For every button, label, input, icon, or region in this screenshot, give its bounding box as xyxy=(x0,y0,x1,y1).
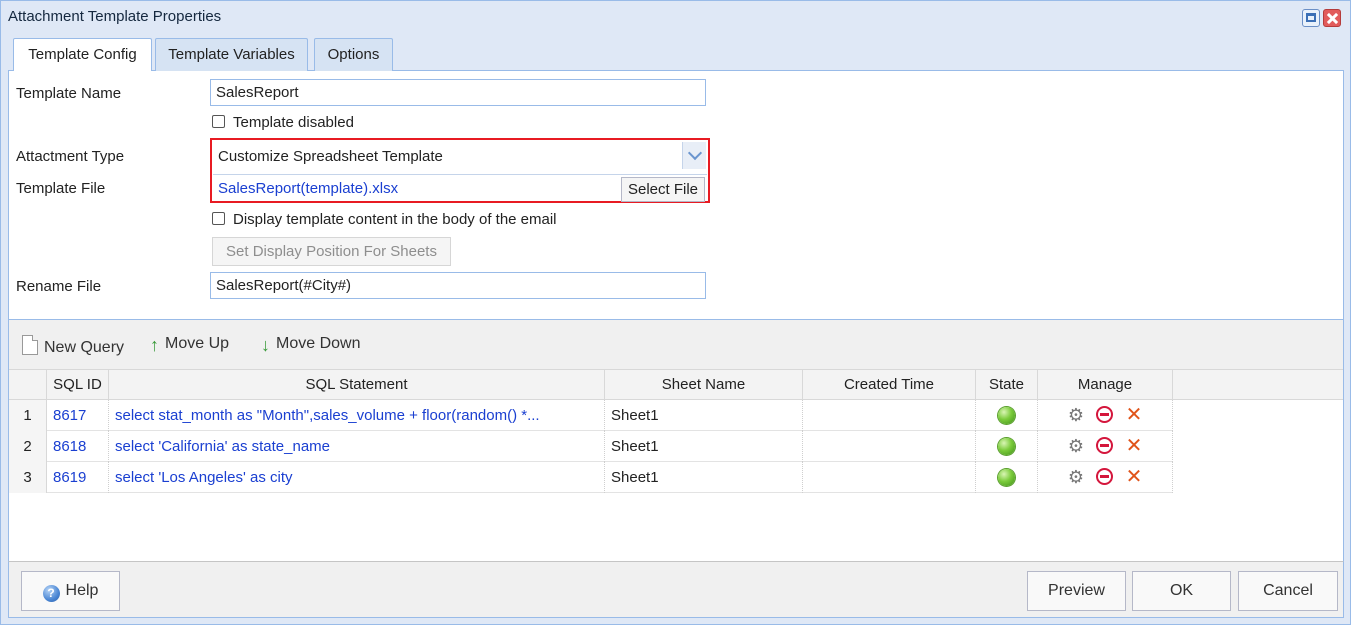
new-query-label: New Query xyxy=(44,339,125,356)
tab-template-variables[interactable]: Template Variables xyxy=(155,38,308,71)
column-header-manage[interactable]: Manage xyxy=(1038,370,1173,400)
sheet-name-cell: Sheet1 xyxy=(605,431,803,462)
row-number: 1 xyxy=(9,400,47,431)
column-header-sql-id[interactable]: SQL ID xyxy=(47,370,109,400)
tab-bar: Template Config Template Variables Optio… xyxy=(8,34,1344,72)
rename-file-label: Rename File xyxy=(16,278,102,295)
column-header-sheet-name[interactable]: Sheet Name xyxy=(605,370,803,400)
template-disabled-row[interactable]: Template disabled xyxy=(212,114,354,131)
title-bar[interactable]: Attachment Template Properties xyxy=(1,1,1350,34)
template-name-input[interactable]: SalesReport xyxy=(210,79,706,106)
template-file-field: SalesReport(template).xlsx Select File xyxy=(213,174,707,202)
remove-icon[interactable] xyxy=(1096,468,1113,485)
close-icon[interactable] xyxy=(1323,9,1341,27)
attachment-type-combobox[interactable]: Customize Spreadsheet Template xyxy=(212,140,708,171)
move-up-label: Move Up xyxy=(165,335,230,352)
sql-statement-link[interactable]: select 'California' as state_name xyxy=(109,431,605,462)
column-header-sql-statement[interactable]: SQL Statement xyxy=(109,370,605,400)
arrow-down-icon: ↓ xyxy=(261,335,270,355)
manage-cell: ⚙ ✕ xyxy=(1038,431,1173,462)
template-name-label: Template Name xyxy=(16,85,122,102)
arrow-up-icon: ↑ xyxy=(150,335,159,355)
column-header-state[interactable]: State xyxy=(976,370,1038,400)
dialog-window: Attachment Template Properties Template … xyxy=(0,0,1351,625)
column-header-created-time[interactable]: Created Time xyxy=(803,370,976,400)
sheet-name-cell: Sheet1 xyxy=(605,400,803,431)
chevron-down-icon[interactable] xyxy=(682,142,706,169)
gear-icon[interactable]: ⚙ xyxy=(1066,467,1086,487)
sql-statement-link[interactable]: select 'Los Angeles' as city xyxy=(109,462,605,493)
cancel-button[interactable]: Cancel xyxy=(1238,571,1338,611)
remove-icon[interactable] xyxy=(1096,437,1113,454)
display-in-body-row[interactable]: Display template content in the body of … xyxy=(212,211,557,228)
move-down-label: Move Down xyxy=(276,335,361,352)
grid-header: SQL ID SQL Statement Sheet Name Created … xyxy=(9,369,1343,400)
sql-query-grid: SQL ID SQL Statement Sheet Name Created … xyxy=(9,369,1343,561)
template-config-panel: Template Name SalesReport Template disab… xyxy=(8,71,1344,561)
sql-id-link[interactable]: 8619 xyxy=(47,462,109,493)
sql-id-link[interactable]: 8617 xyxy=(47,400,109,431)
state-active-icon xyxy=(998,469,1015,486)
attachment-type-label: Attactment Type xyxy=(16,148,125,165)
template-disabled-checkbox[interactable] xyxy=(212,115,225,128)
row-number: 2 xyxy=(9,431,47,462)
preview-button[interactable]: Preview xyxy=(1027,571,1126,611)
select-file-button[interactable]: Select File xyxy=(621,177,705,202)
tab-template-config[interactable]: Template Config xyxy=(13,38,152,72)
new-query-button[interactable]: New Query xyxy=(22,335,124,357)
state-cell xyxy=(976,400,1038,431)
delete-icon[interactable]: ✕ xyxy=(1124,436,1144,456)
template-file-label: Template File xyxy=(16,180,106,197)
move-up-button[interactable]: ↑ Move Up xyxy=(150,335,229,356)
template-disabled-label: Template disabled xyxy=(233,114,354,131)
ok-button[interactable]: OK xyxy=(1132,571,1231,611)
created-time-cell xyxy=(803,400,976,431)
display-in-body-checkbox[interactable] xyxy=(212,212,225,225)
created-time-cell xyxy=(803,462,976,493)
table-row[interactable]: 3 8619 select 'Los Angeles' as city Shee… xyxy=(9,462,1173,493)
state-active-icon xyxy=(998,407,1015,424)
delete-icon[interactable]: ✕ xyxy=(1124,467,1144,487)
delete-icon[interactable]: ✕ xyxy=(1124,405,1144,425)
help-icon: ? xyxy=(42,585,60,602)
row-number-header xyxy=(9,370,47,400)
help-button[interactable]: ? Help xyxy=(21,571,120,611)
table-row[interactable]: 1 8617 select stat_month as "Month",sale… xyxy=(9,400,1173,431)
table-row[interactable]: 2 8618 select 'California' as state_name… xyxy=(9,431,1173,462)
manage-cell: ⚙ ✕ xyxy=(1038,400,1173,431)
tab-options[interactable]: Options xyxy=(314,38,393,71)
row-number: 3 xyxy=(9,462,47,493)
state-cell xyxy=(976,431,1038,462)
document-icon xyxy=(22,335,38,355)
gear-icon[interactable]: ⚙ xyxy=(1066,436,1086,456)
dialog-footer: ? Help Preview OK Cancel xyxy=(8,561,1344,618)
window-title: Attachment Template Properties xyxy=(8,8,222,25)
set-display-position-button: Set Display Position For Sheets xyxy=(212,237,451,266)
rename-file-input[interactable]: SalesReport(#City#) xyxy=(210,272,706,299)
remove-icon[interactable] xyxy=(1096,406,1113,423)
move-down-button[interactable]: ↓ Move Down xyxy=(261,335,360,356)
maximize-icon[interactable] xyxy=(1302,9,1320,27)
state-cell xyxy=(976,462,1038,493)
display-in-body-label: Display template content in the body of … xyxy=(233,211,557,228)
sql-statement-link[interactable]: select stat_month as "Month",sales_volum… xyxy=(109,400,605,431)
help-label: Help xyxy=(65,582,99,599)
sheet-name-cell: Sheet1 xyxy=(605,462,803,493)
sql-id-link[interactable]: 8618 xyxy=(47,431,109,462)
created-time-cell xyxy=(803,431,976,462)
template-file-value[interactable]: SalesReport(template).xlsx xyxy=(218,180,398,197)
attachment-type-value: Customize Spreadsheet Template xyxy=(218,148,443,165)
manage-cell: ⚙ ✕ xyxy=(1038,462,1173,493)
state-active-icon xyxy=(998,438,1015,455)
query-toolbar: New Query ↑ Move Up ↓ Move Down xyxy=(9,320,1343,369)
highlighted-region: Customize Spreadsheet Template SalesRepo… xyxy=(210,138,710,203)
gear-icon[interactable]: ⚙ xyxy=(1066,405,1086,425)
